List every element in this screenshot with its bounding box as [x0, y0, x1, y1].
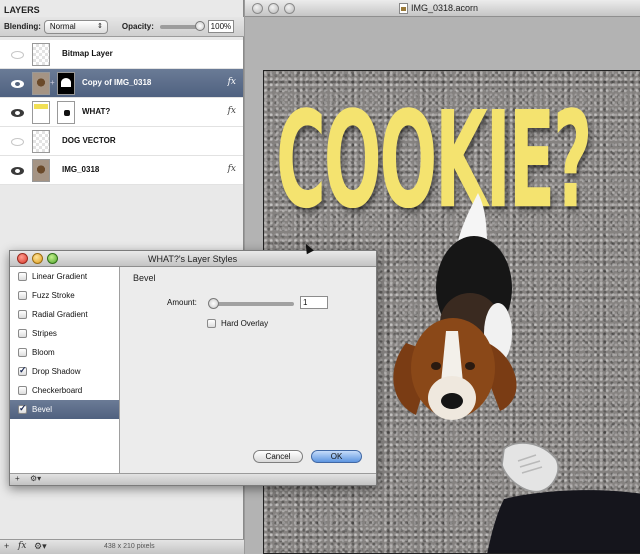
style-item-checkerboard[interactable]: Checkerboard — [10, 381, 119, 400]
close-dialog-button[interactable] — [17, 253, 28, 264]
layer-row-dog-vector[interactable]: DOG VECTOR — [0, 127, 243, 156]
layer-name: DOG VECTOR — [62, 136, 116, 145]
ok-button[interactable]: OK — [311, 450, 362, 463]
visibility-eye-icon[interactable] — [11, 51, 24, 59]
hard-overlay-checkbox[interactable] — [207, 319, 216, 328]
style-item-label: Drop Shadow — [32, 367, 81, 376]
dog-photo — [393, 193, 517, 420]
style-item-radial-gradient[interactable]: Radial Gradient — [10, 305, 119, 324]
amount-slider-thumb[interactable] — [208, 298, 219, 309]
layer-styles-titlebar: WHAT?'s Layer Styles — [10, 251, 376, 267]
style-checkbox-checked[interactable] — [18, 365, 27, 376]
style-item-label: Bloom — [32, 348, 55, 357]
style-item-label: Bevel — [32, 405, 53, 414]
jeans-leg-photo — [487, 490, 640, 553]
layer-list: Bitmap Layer + Copy of IMG_0318 fx WHAT?… — [0, 40, 243, 185]
style-item-label: Stripes — [32, 329, 57, 338]
fx-icon[interactable]: fx — [228, 77, 236, 87]
layer-name: Copy of IMG_0318 — [82, 78, 152, 87]
blending-label: Blending: — [4, 22, 41, 31]
style-item-linear-gradient[interactable]: Linear Gradient — [10, 267, 119, 286]
layers-footer: + fx ⚙▾ 438 x 210 pixels — [0, 539, 244, 554]
layer-thumbnail — [32, 72, 50, 95]
document-titlebar: IMG_0318.acorn — [245, 0, 640, 17]
document-icon — [399, 3, 408, 14]
layer-mask-thumbnail — [57, 101, 75, 124]
cancel-button[interactable]: Cancel — [253, 450, 303, 463]
blending-select[interactable]: Normal ⇕ — [43, 19, 108, 34]
opacity-label: Opacity: — [121, 22, 154, 31]
add-layer-button[interactable]: + — [4, 541, 9, 551]
amount-slider[interactable] — [208, 298, 294, 309]
document-title: IMG_0318.acorn — [411, 3, 479, 13]
layer-mask-thumbnail — [57, 72, 75, 95]
zoom-dialog-button[interactable] — [47, 253, 58, 264]
layer-name: IMG_0318 — [62, 165, 100, 174]
hard-overlay-option[interactable]: Hard Overlay — [207, 319, 268, 328]
style-checkbox[interactable] — [18, 291, 27, 300]
opacity-slider-thumb[interactable] — [194, 20, 205, 31]
mask-link-icon: + — [50, 78, 55, 87]
layer-thumbnail — [32, 159, 50, 182]
style-checkbox[interactable] — [18, 348, 27, 357]
layer-name: Bitmap Layer — [62, 49, 113, 58]
layer-thumbnail — [32, 43, 50, 66]
style-list: Linear Gradient Fuzz Stroke Radial Gradi… — [10, 267, 120, 475]
opacity-field[interactable]: 100% — [207, 20, 234, 33]
close-window-button[interactable] — [252, 3, 263, 14]
style-checkbox[interactable] — [18, 310, 27, 319]
zoom-window-button[interactable] — [284, 3, 295, 14]
add-style-button[interactable]: + — [15, 474, 20, 483]
style-item-label: Fuzz Stroke — [32, 291, 75, 300]
minimize-dialog-button[interactable] — [32, 253, 43, 264]
layer-styles-dialog: WHAT?'s Layer Styles Linear Gradient Fuz… — [9, 250, 377, 486]
select-arrows-icon: ⇕ — [97, 22, 103, 30]
layers-controls: Blending: Normal ⇕ Opacity: 100% — [0, 17, 244, 37]
style-pane-title: Bevel — [133, 273, 156, 283]
amount-field[interactable]: 1 — [300, 296, 328, 309]
layer-styles-footer: + ⚙▾ — [10, 473, 376, 485]
canvas-dimensions: 438 x 210 pixels — [104, 543, 155, 550]
style-checkbox[interactable] — [18, 272, 27, 281]
blending-value: Normal — [49, 22, 76, 31]
style-checkbox[interactable] — [18, 386, 27, 395]
style-item-label: Linear Gradient — [32, 272, 88, 281]
amount-label: Amount: — [167, 298, 197, 307]
minimize-window-button[interactable] — [268, 3, 279, 14]
style-item-label: Checkerboard — [32, 386, 83, 395]
visibility-eye-icon[interactable] — [11, 138, 24, 146]
visibility-eye-icon[interactable] — [11, 80, 24, 88]
layer-name: WHAT? — [82, 107, 111, 116]
layer-row-what[interactable]: WHAT? fx — [0, 98, 243, 127]
layer-row-img-0318[interactable]: IMG_0318 fx — [0, 156, 243, 185]
layer-thumbnail — [32, 130, 50, 153]
style-item-fuzz-stroke[interactable]: Fuzz Stroke — [10, 286, 119, 305]
hard-overlay-label: Hard Overlay — [221, 319, 269, 328]
visibility-eye-icon[interactable] — [11, 167, 24, 175]
layer-row-bitmap-layer[interactable]: Bitmap Layer — [0, 40, 243, 69]
style-checkbox-checked[interactable] — [18, 403, 27, 414]
layer-styles-title: WHAT?'s Layer Styles — [148, 254, 238, 264]
gear-icon[interactable]: ⚙▾ — [34, 541, 47, 552]
fx-icon[interactable]: fx — [228, 106, 236, 116]
visibility-eye-icon[interactable] — [11, 109, 24, 117]
opacity-slider[interactable] — [159, 20, 205, 31]
style-item-drop-shadow[interactable]: Drop Shadow — [10, 362, 119, 381]
style-item-bevel[interactable]: Bevel — [10, 400, 119, 419]
fx-button[interactable]: fx — [18, 541, 26, 551]
gear-icon[interactable]: ⚙▾ — [30, 474, 41, 483]
layer-row-copy-of-img-0318[interactable]: + Copy of IMG_0318 fx — [0, 69, 243, 98]
style-checkbox[interactable] — [18, 329, 27, 338]
style-item-stripes[interactable]: Stripes — [10, 324, 119, 343]
layers-title: LAYERS — [4, 5, 40, 15]
layer-thumbnail — [32, 101, 50, 124]
style-item-bloom[interactable]: Bloom — [10, 343, 119, 362]
fx-icon[interactable]: fx — [228, 164, 236, 174]
style-item-label: Radial Gradient — [32, 310, 88, 319]
